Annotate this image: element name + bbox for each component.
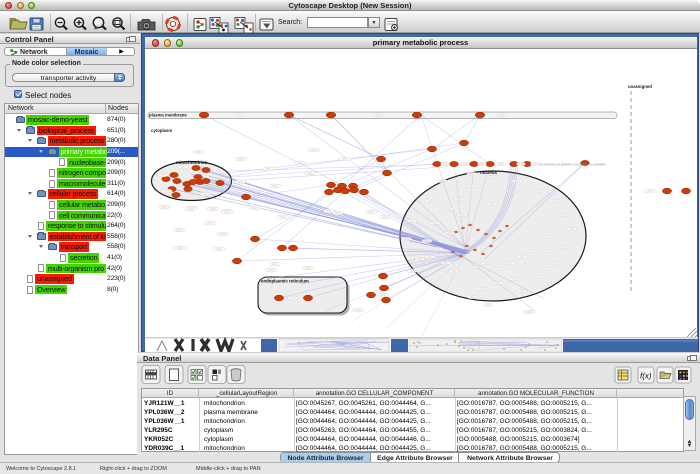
svg-text:nucleus: nucleus	[480, 170, 498, 175]
svg-text:endoplasmic reticulum: endoplasmic reticulum	[261, 279, 309, 284]
svg-text:mitochondrion: mitochondrion	[176, 160, 208, 165]
svg-text:f(x): f(x)	[640, 372, 652, 381]
svg-text:plasma membrane: plasma membrane	[149, 113, 187, 118]
svg-text:cytoplasm: cytoplasm	[151, 128, 172, 133]
svg-text:unassigned: unassigned	[628, 84, 652, 89]
svg-text:GO:0044464 GO:0044444 GO:004: GO:0044464 GO:0044444 GO:0044424 GO:0044…	[539, 163, 606, 167]
